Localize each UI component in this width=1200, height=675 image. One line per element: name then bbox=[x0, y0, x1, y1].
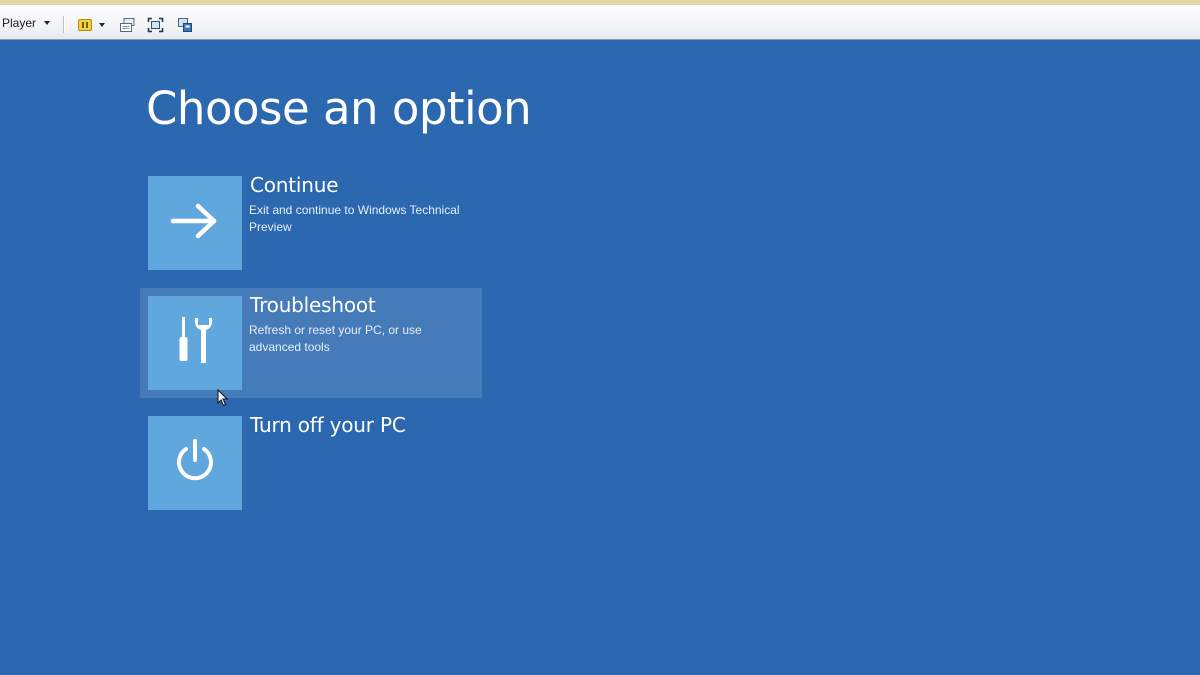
player-toolbar: Player bbox=[0, 0, 1200, 40]
option-continue-tile bbox=[148, 176, 242, 270]
full-screen-button[interactable] bbox=[147, 16, 164, 33]
option-continue-description: Exit and continue to Windows Technical P… bbox=[249, 203, 460, 234]
player-menu-label: Player bbox=[2, 16, 37, 30]
option-troubleshoot-tile bbox=[148, 296, 242, 390]
option-continue[interactable]: Continue Exit and continue to Windows Te… bbox=[140, 168, 482, 278]
send-ctrl-alt-del-icon bbox=[119, 17, 136, 33]
unity-icon bbox=[177, 17, 193, 33]
toolbar-separator bbox=[63, 16, 65, 33]
tools-icon bbox=[175, 315, 215, 371]
option-turn-off[interactable]: Turn off your PC bbox=[140, 408, 482, 518]
player-menu-button[interactable]: Player bbox=[2, 15, 51, 31]
recovery-screen: Choose an option Continue Exit and conti… bbox=[0, 40, 1200, 675]
power-icon bbox=[172, 438, 218, 488]
arrow-right-icon bbox=[170, 201, 220, 245]
pause-icon bbox=[77, 17, 93, 33]
option-turn-off-tile bbox=[148, 416, 242, 510]
chevron-down-icon bbox=[44, 21, 51, 25]
pause-button[interactable] bbox=[77, 16, 105, 33]
send-ctrl-alt-del-button[interactable] bbox=[119, 16, 136, 33]
page-title: Choose an option bbox=[146, 82, 532, 135]
option-troubleshoot[interactable]: Troubleshoot Refresh or reset your PC, o… bbox=[140, 288, 482, 398]
option-troubleshoot-title: Troubleshoot bbox=[250, 293, 376, 317]
full-screen-icon bbox=[147, 17, 164, 33]
option-troubleshoot-description: Refresh or reset your PC, or use advance… bbox=[249, 323, 422, 354]
option-continue-title: Continue bbox=[250, 173, 339, 197]
chevron-down-icon bbox=[99, 22, 105, 27]
unity-button[interactable] bbox=[177, 16, 193, 33]
option-turn-off-title: Turn off your PC bbox=[250, 413, 406, 437]
